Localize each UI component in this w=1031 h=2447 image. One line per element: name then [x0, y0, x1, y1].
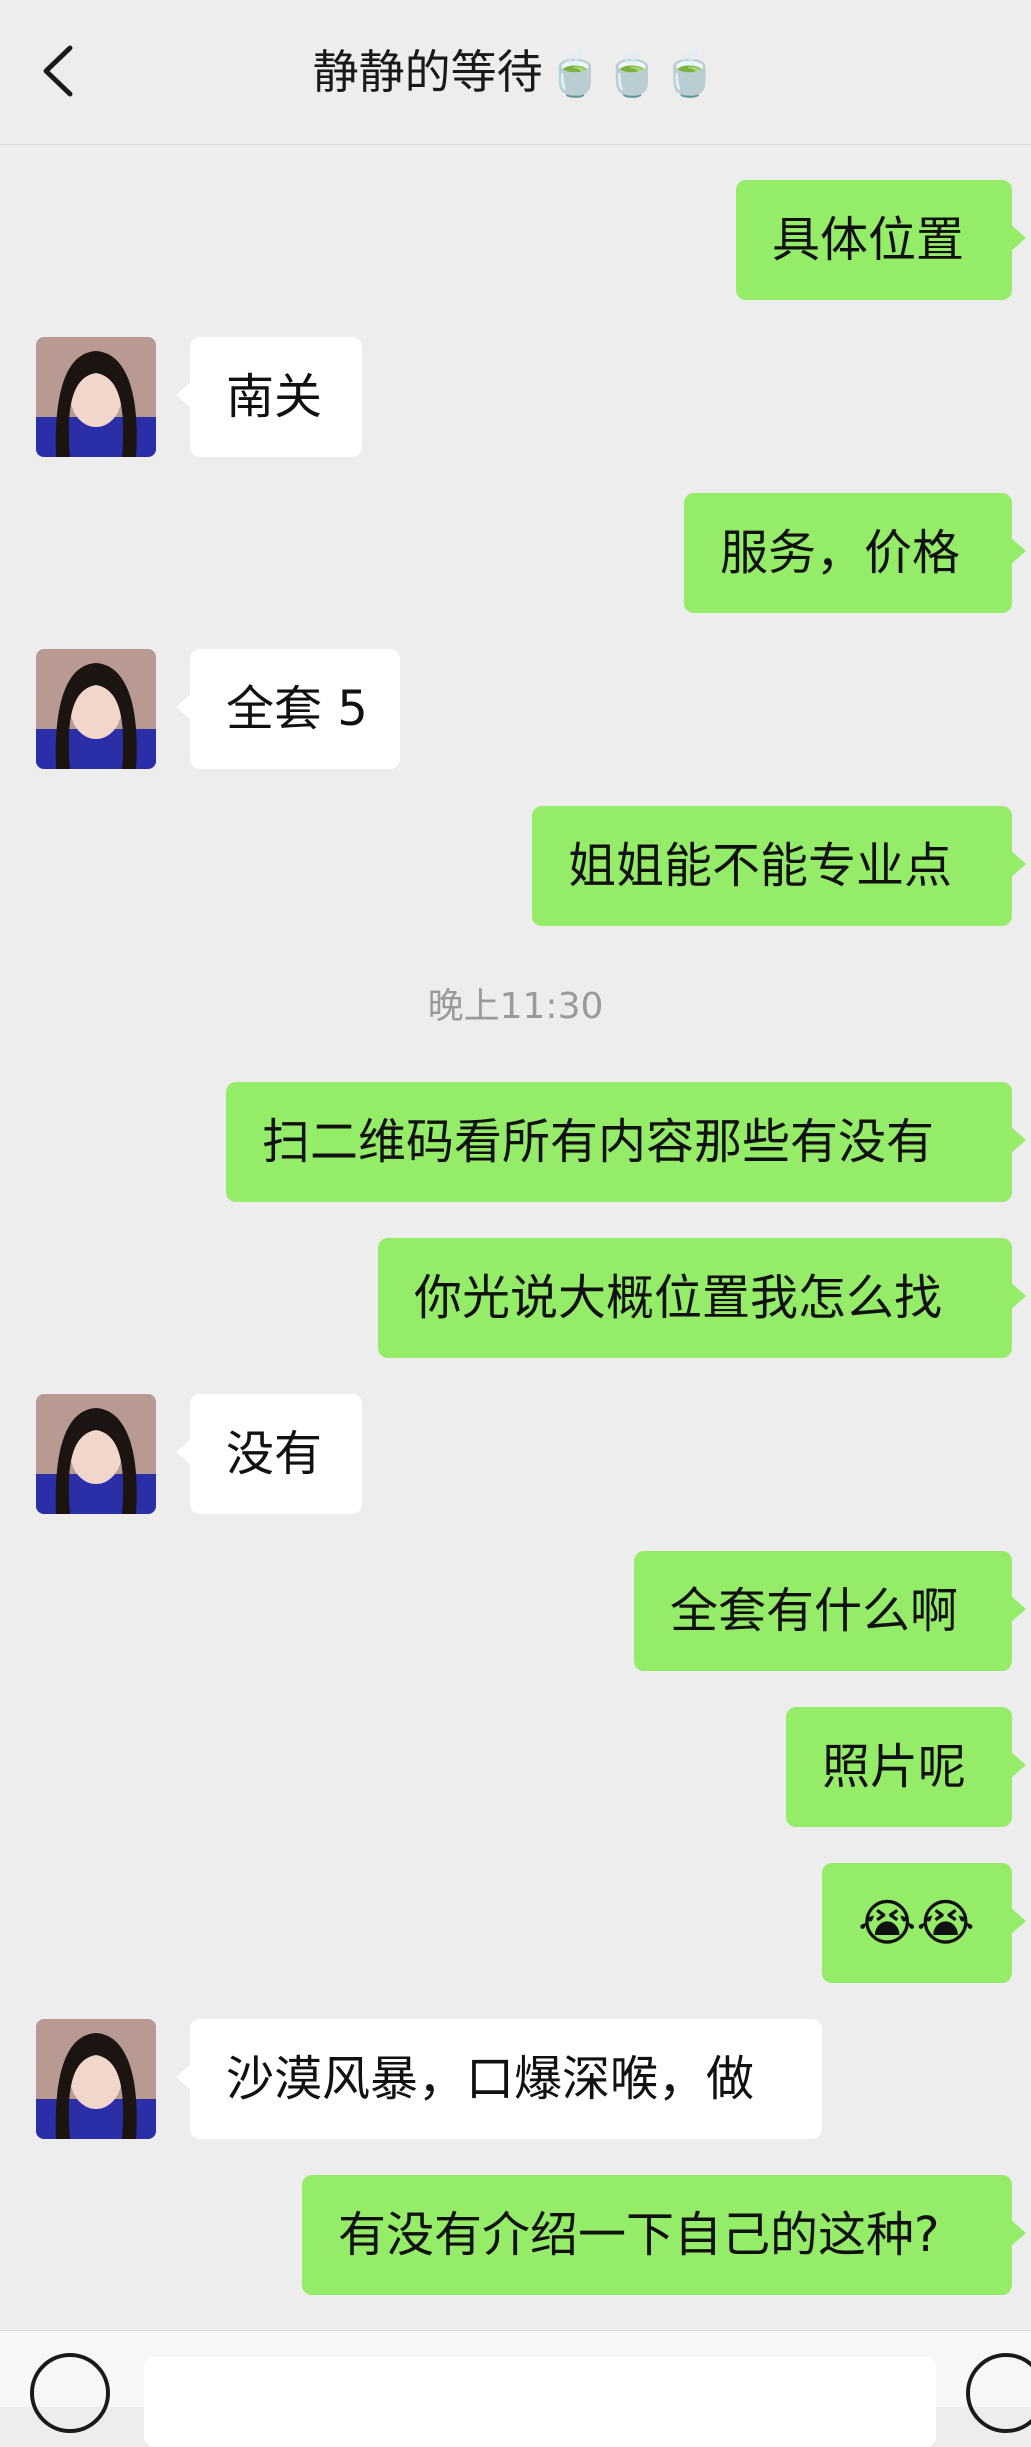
chat-title-text: 静静的等待: [312, 45, 543, 99]
contact-avatar[interactable]: [36, 1394, 156, 1514]
message-bubble-incoming[interactable]: 沙漠风暴，口爆深喉，做: [176, 2019, 822, 2139]
message-text: 沙漠风暴，口爆深喉，做: [226, 2051, 755, 2107]
message-text: 具体位置: [772, 212, 965, 268]
message-bubble-outgoing[interactable]: 全套有什么啊: [634, 1551, 1026, 1671]
message-text: 姐姐能不能专业点: [568, 838, 953, 894]
message-text: 全套 5: [226, 681, 368, 737]
message-bubble-incoming[interactable]: 南关: [176, 337, 362, 457]
chat-timestamp: 晚上11:30: [427, 986, 604, 1027]
message-text: 全套有什么啊: [670, 1583, 959, 1639]
avatar-photo-icon: [36, 337, 156, 457]
crying-emoji-icon: 😭😭: [858, 1894, 975, 1952]
message-text: 照片呢: [822, 1739, 967, 1795]
emoji-icon[interactable]: [966, 2353, 1031, 2433]
avatar-photo-icon: [36, 2019, 156, 2139]
message-bubble-outgoing[interactable]: 姐姐能不能专业点: [532, 806, 1026, 926]
voice-icon[interactable]: [30, 2353, 110, 2433]
message-bubble-outgoing[interactable]: 😭😭: [822, 1863, 1026, 1983]
message-text: 有没有介绍一下自己的这种?: [338, 2207, 940, 2263]
message-text: 没有: [226, 1426, 323, 1482]
message-bubble-outgoing[interactable]: 具体位置: [736, 180, 1026, 300]
message-bubble-outgoing[interactable]: 有没有介绍一下自己的这种?: [302, 2175, 1026, 2295]
message-bubble-outgoing[interactable]: 服务，价格: [684, 493, 1026, 613]
message-bubble-outgoing[interactable]: 你光说大概位置我怎么找: [378, 1238, 1026, 1358]
message-bubble-outgoing[interactable]: 扫二维码看所有内容那些有没有: [226, 1082, 1026, 1202]
message-bubble-outgoing[interactable]: 照片呢: [786, 1707, 1026, 1827]
input-bar: [0, 2330, 1031, 2447]
avatar-photo-icon: [36, 1394, 156, 1514]
tea-emoji-icons: 🍵🍵🍵: [546, 45, 719, 99]
message-bubble-incoming[interactable]: 全套 5: [176, 649, 400, 769]
chat-header: 静静的等待🍵🍵🍵: [0, 0, 1031, 145]
message-bubble-incoming[interactable]: 没有: [176, 1394, 362, 1514]
message-input[interactable]: [144, 2357, 936, 2447]
contact-avatar[interactable]: [36, 337, 156, 457]
message-text: 扫二维码看所有内容那些有没有: [262, 1114, 935, 1170]
avatar-photo-icon: [36, 649, 156, 769]
message-text: 服务，价格: [720, 525, 961, 581]
contact-avatar[interactable]: [36, 2019, 156, 2139]
contact-avatar[interactable]: [36, 649, 156, 769]
chat-title: 静静的等待🍵🍵🍵: [0, 0, 1031, 144]
message-text: 你光说大概位置我怎么找: [414, 1270, 943, 1326]
message-text: 南关: [226, 369, 323, 425]
